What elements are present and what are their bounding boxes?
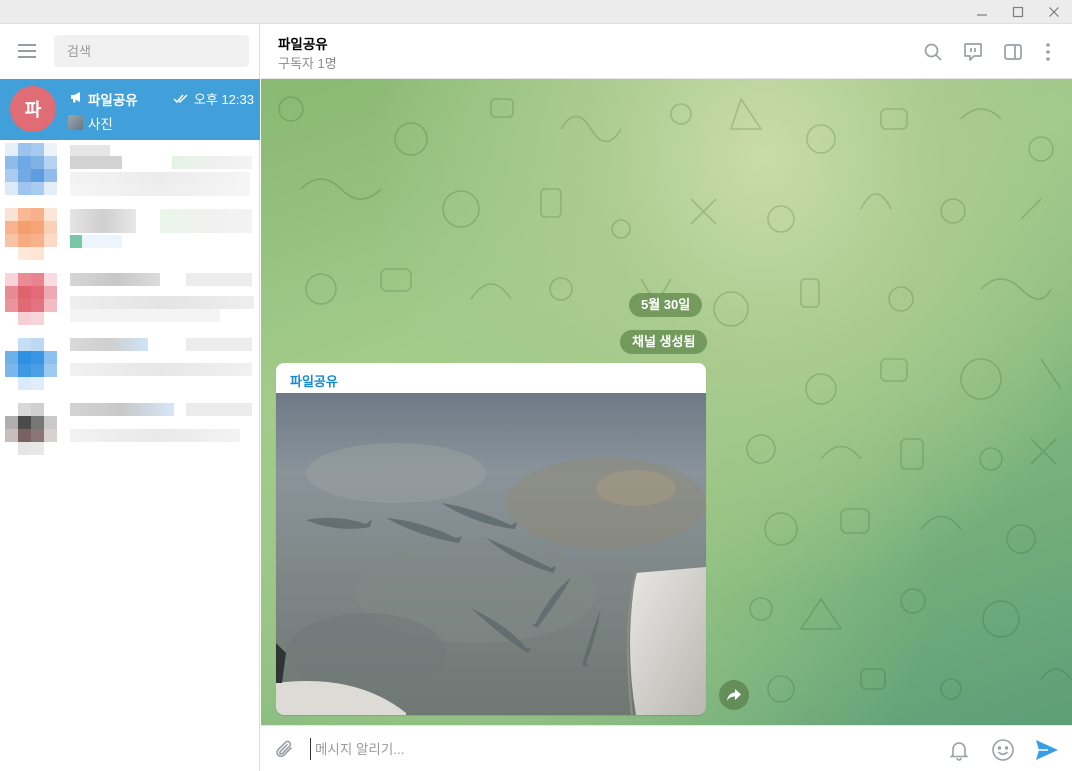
post-author[interactable]: 파일공유	[290, 371, 338, 390]
blurred-avatar	[5, 338, 57, 390]
chat-preview: 사진	[88, 117, 113, 132]
chat-item-blurred[interactable]	[0, 270, 260, 335]
minimize-button[interactable]	[964, 0, 1000, 24]
chat-item-active[interactable]: 파 파일공유 오후 12:33 사진	[0, 79, 260, 140]
search-icon	[924, 43, 942, 61]
forward-icon	[727, 689, 741, 701]
blurred-avatar	[5, 208, 57, 260]
chat-item-blurred[interactable]	[0, 400, 260, 465]
search-input[interactable]	[54, 35, 249, 67]
chat-time: 오후 12:33	[173, 89, 254, 108]
sidebar-toggle-icon	[1004, 44, 1022, 60]
emoji-icon	[992, 739, 1014, 761]
chat-main: 파일공유 구독자 1명 5월 30일 채널 생성됨 파일공유 메시지 알리기..…	[261, 24, 1072, 771]
emoji-button[interactable]	[989, 736, 1017, 764]
maximize-icon	[1012, 6, 1024, 18]
channel-post[interactable]: 파일공유	[276, 363, 706, 715]
more-button[interactable]	[1035, 39, 1061, 65]
double-check-icon	[173, 94, 188, 104]
chat-list-sidebar: 파 파일공유 오후 12:33 사진	[0, 24, 260, 771]
subscriber-count: 구독자 1명	[278, 56, 337, 71]
blurred-avatar	[5, 143, 57, 195]
hamburger-icon	[18, 44, 36, 58]
sidebar-toggle-button[interactable]	[1000, 39, 1026, 65]
message-input[interactable]	[310, 738, 930, 760]
attach-icon	[276, 740, 292, 758]
megaphone-icon	[71, 92, 80, 103]
search-button[interactable]	[920, 39, 946, 65]
post-photo[interactable]	[276, 393, 706, 715]
chat-header[interactable]: 파일공유 구독자 1명	[261, 24, 1072, 79]
message-composer	[261, 725, 1072, 771]
live-stream-button[interactable]	[960, 39, 986, 65]
attach-button[interactable]	[272, 737, 298, 763]
chat-item-blurred[interactable]	[0, 205, 260, 270]
avatar: 파	[10, 86, 56, 132]
date-separator: 5월 30일	[629, 293, 703, 317]
chat-name: 파일공유	[88, 93, 138, 108]
chat-title[interactable]: 파일공유	[278, 33, 328, 53]
notification-toggle-button[interactable]	[945, 736, 973, 764]
maximize-button[interactable]	[1000, 0, 1036, 24]
bell-icon	[949, 742, 969, 761]
forward-button[interactable]	[719, 680, 749, 710]
chat-time-label: 오후 12:33	[193, 92, 254, 107]
minimize-icon	[977, 14, 987, 16]
chat-background: 5월 30일 채널 생성됨 파일공유	[261, 79, 1072, 725]
window-titlebar	[0, 0, 1072, 24]
send-icon	[1036, 740, 1058, 760]
main-menu-button[interactable]	[10, 36, 44, 66]
chat-item-blurred[interactable]	[0, 335, 260, 400]
more-icon	[1046, 43, 1050, 61]
close-icon	[1049, 7, 1059, 17]
blurred-avatar	[5, 273, 57, 325]
blurred-avatar	[5, 403, 57, 455]
sidebar-header	[0, 24, 260, 79]
live-stream-icon	[964, 43, 982, 61]
send-button[interactable]	[1033, 736, 1061, 764]
photo-thumbnail	[68, 115, 83, 130]
service-message: 채널 생성됨	[620, 330, 708, 354]
chat-item-blurred[interactable]	[0, 140, 260, 205]
close-button[interactable]	[1036, 0, 1072, 24]
